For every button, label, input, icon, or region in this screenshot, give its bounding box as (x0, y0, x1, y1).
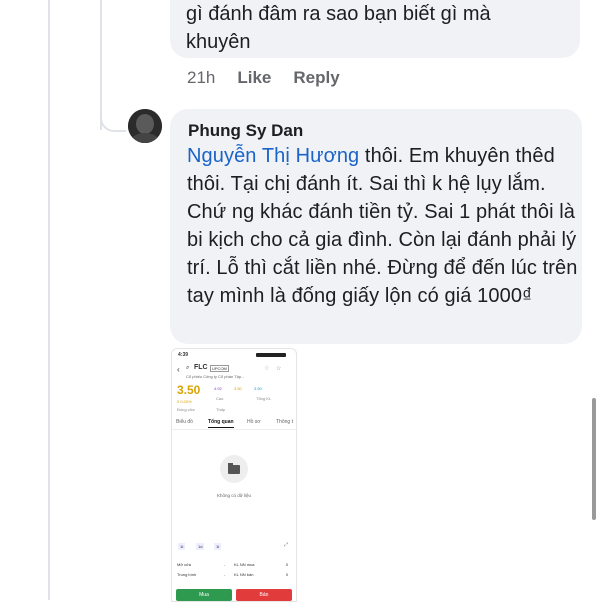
avatar-image (128, 109, 162, 143)
comment-body-text: thôi. Em khuyên thêd thôi. Tại chị đánh … (187, 145, 578, 307)
price-change: 0 0.00% (177, 399, 192, 404)
bell-icon[interactable]: ♢ (264, 365, 269, 372)
ref-label: Đóng cửa (177, 407, 195, 412)
low-label: Thấp (216, 407, 226, 412)
row1-dash: - (224, 562, 226, 567)
chip-1[interactable]: 1t (178, 543, 186, 550)
tab-profile[interactable]: Hồ sơ (247, 419, 261, 425)
comment-actions: 21h Like Reply (187, 68, 362, 88)
stat-3: 3.50 (254, 386, 262, 391)
ticker: FLC (194, 364, 208, 371)
row1-mid: KL NN mua (234, 562, 255, 567)
avatar[interactable] (128, 109, 162, 143)
row1-value: 0 (286, 562, 289, 567)
row1-label: Mở cửa (177, 562, 191, 567)
like-button[interactable]: Like (237, 68, 271, 88)
expand-icon[interactable]: ⤢ (284, 542, 288, 548)
row2-value: 0 (286, 572, 289, 577)
tab-chart[interactable]: Biểu đồ (176, 419, 193, 425)
thread-branch (100, 96, 126, 132)
comment-text: Nguyễn Thị Hương thôi. Em khuyên thêd th… (187, 142, 582, 310)
buy-label: Mua (199, 592, 209, 598)
buy-button[interactable]: Mua (176, 589, 232, 601)
sell-label: Bán (259, 592, 269, 598)
status-icons (256, 353, 286, 357)
tab-overview[interactable]: Tổng quan (208, 419, 234, 428)
price: 3.50 (177, 383, 201, 397)
folder-icon (220, 455, 248, 483)
chip-2[interactable]: 1d (196, 543, 205, 550)
stat-1: 4.92 (214, 386, 222, 391)
back-icon[interactable]: ‹ (177, 365, 180, 374)
attachment-image[interactable]: 4:39 ‹ ⌕ FLC UPCOM Cổ phiếu Công ty Cổ p… (171, 348, 297, 602)
chip-3[interactable]: 1t (214, 543, 222, 550)
mention-link[interactable]: Nguyễn Thị Hương (187, 145, 359, 167)
sell-button[interactable]: Bán (236, 589, 292, 601)
thread-line-outer (48, 0, 50, 600)
exchange-badge: UPCOM (210, 365, 229, 372)
row2-dash: - (224, 572, 226, 577)
timestamp: 21h (187, 68, 216, 87)
previous-comment-text-line1: gì đánh đâm ra sao bạn biết gì mà (186, 3, 491, 25)
reply-button[interactable]: Reply (293, 68, 339, 88)
row2-label: Trung bình (177, 572, 197, 577)
status-time: 4:39 (178, 352, 189, 358)
company-name: Cổ phiếu Công ty Cổ phần Tập... (186, 374, 245, 379)
previous-comment-bubble: gì đánh đâm ra sao bạn biết gì mà khuyên (170, 0, 580, 58)
search-icon[interactable]: ⌕ (186, 365, 189, 372)
scrollbar[interactable] (592, 398, 596, 520)
row2-mid: KL NN bán (234, 572, 254, 577)
stat-1-label: Cao (216, 396, 224, 401)
stat-2-label: Tổng KL (256, 396, 272, 401)
star-icon[interactable]: ☆ (276, 365, 281, 372)
comment-author[interactable]: Phung Sy Dan (188, 121, 303, 141)
previous-comment-text-line2: khuyên (186, 31, 251, 53)
stat-2: 3.50 (234, 386, 242, 391)
empty-state-text: Không có dữ liệu (216, 493, 252, 498)
tab-info[interactable]: Thông t (276, 419, 293, 425)
